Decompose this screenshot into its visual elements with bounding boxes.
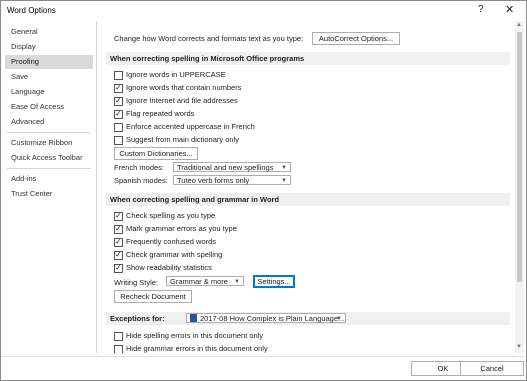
checkbox[interactable] (114, 332, 123, 341)
checkbox-label: Mark grammar errors as you type (126, 224, 237, 233)
option-ignore-uppercase[interactable]: Ignore words in UPPERCASE (102, 69, 502, 80)
option-readability[interactable]: Show readability statistics (102, 262, 502, 273)
checkbox[interactable] (114, 123, 123, 132)
checkbox[interactable] (114, 223, 123, 234)
checkbox[interactable] (114, 82, 123, 93)
title-bar: Word Options ? ✕ (1, 1, 526, 21)
proofing-panel: Change how Word corrects and formats tex… (102, 21, 514, 353)
checkbox[interactable] (114, 108, 123, 119)
sidebar-divider (7, 168, 91, 169)
word-spelling-heading: When correcting spelling and grammar in … (106, 193, 510, 206)
checkbox-label: Flag repeated words (126, 109, 195, 118)
help-icon[interactable]: ? (478, 4, 484, 15)
settings-button[interactable]: Settings... (253, 275, 295, 288)
checkbox-label: Enforce accented uppercase in French (126, 122, 255, 131)
sidebar-divider (7, 132, 91, 133)
checkbox[interactable] (114, 136, 123, 145)
footer-divider (1, 356, 524, 357)
exceptions-document-value: 2017-08 How Complex is Plain Language... (200, 314, 345, 323)
sidebar-item-display[interactable]: Display (5, 40, 93, 54)
checkbox-label: Ignore words in UPPERCASE (126, 70, 226, 79)
sidebar-item-ease-of-access[interactable]: Ease Of Access (5, 100, 93, 114)
option-check-grammar[interactable]: Check grammar with spelling (102, 249, 502, 260)
chevron-down-icon: ▼ (281, 178, 287, 184)
scroll-down-icon[interactable]: ▼ (516, 344, 522, 350)
writing-style-label: Writing Style: (114, 278, 159, 287)
french-modes-label: French modes: (114, 163, 165, 172)
checkbox-label: Frequently confused words (126, 237, 217, 246)
window-title: Word Options (7, 6, 56, 15)
checkbox-label: Suggest from main dictionary only (126, 135, 239, 144)
option-confused-words[interactable]: Frequently confused words (102, 236, 502, 247)
checkbox-label: Ignore Internet and file addresses (126, 96, 238, 105)
checkbox-label: Hide grammar errors in this document onl… (126, 344, 268, 353)
checkbox[interactable] (114, 210, 123, 221)
checkbox-label: Ignore words that contain numbers (126, 83, 242, 92)
chevron-down-icon: ▼ (281, 165, 287, 171)
sidebar-item-language[interactable]: Language (5, 85, 93, 99)
checkbox[interactable] (114, 236, 123, 247)
option-mark-grammar[interactable]: Mark grammar errors as you type (102, 223, 502, 234)
sidebar-item-customize-ribbon[interactable]: Customize Ribbon (5, 136, 93, 150)
sidebar-item-add-ins[interactable]: Add-ins (5, 172, 93, 186)
option-flag-repeated[interactable]: Flag repeated words (102, 108, 502, 119)
checkbox[interactable] (114, 345, 123, 353)
checkbox-label: Hide spelling errors in this document on… (126, 331, 264, 340)
option-ignore-internet[interactable]: Ignore Internet and file addresses (102, 95, 502, 106)
spanish-modes-value: Tuteo verb forms only (177, 176, 250, 185)
spanish-modes-dropdown[interactable]: Tuteo verb forms only ▼ (173, 175, 291, 185)
option-hide-spelling[interactable]: Hide spelling errors in this document on… (102, 330, 502, 341)
office-spelling-heading: When correcting spelling in Microsoft Of… (106, 52, 510, 65)
writing-style-dropdown[interactable]: Grammar & more ▼ (166, 276, 244, 286)
sidebar-item-save[interactable]: Save (5, 70, 93, 84)
checkbox[interactable] (114, 249, 123, 260)
scrollbar-thumb[interactable] (517, 32, 522, 282)
option-ignore-numbers[interactable]: Ignore words that contain numbers (102, 82, 502, 93)
option-enforce-accented[interactable]: Enforce accented uppercase in French (102, 121, 502, 132)
autocorrect-label: Change how Word corrects and formats tex… (114, 34, 304, 43)
sidebar-item-advanced[interactable]: Advanced (5, 115, 93, 129)
checkbox-label: Check spelling as you type (126, 211, 216, 220)
checkbox-label: Check grammar with spelling (126, 250, 223, 259)
recheck-document-button[interactable]: Recheck Document (114, 290, 192, 303)
close-icon[interactable]: ✕ (505, 3, 514, 16)
spanish-modes-label: Spanish modes: (114, 176, 168, 185)
option-check-spelling[interactable]: Check spelling as you type (102, 210, 502, 221)
option-hide-grammar[interactable]: Hide grammar errors in this document onl… (102, 343, 502, 353)
sidebar-item-proofing[interactable]: Proofing (5, 55, 93, 69)
scroll-up-icon[interactable]: ▲ (516, 22, 522, 28)
word-document-icon (190, 314, 197, 323)
custom-dictionaries-button[interactable]: Custom Dictionaries... (114, 147, 198, 160)
sidebar: General Display Proofing Save Language E… (1, 21, 97, 353)
option-main-dictionary[interactable]: Suggest from main dictionary only (102, 134, 502, 145)
exceptions-label: Exceptions for: (110, 314, 165, 323)
checkbox-label: Show readability statistics (126, 263, 212, 272)
cancel-button[interactable]: Cancel (460, 361, 524, 376)
checkbox[interactable] (114, 262, 123, 273)
exceptions-document-dropdown[interactable]: 2017-08 How Complex is Plain Language...… (186, 313, 346, 323)
chevron-down-icon: ▼ (336, 316, 342, 322)
french-modes-dropdown[interactable]: Traditional and new spellings ▼ (173, 162, 291, 172)
sidebar-item-quick-access-toolbar[interactable]: Quick Access Toolbar (5, 151, 93, 165)
autocorrect-options-button[interactable]: AutoCorrect Options... (312, 32, 400, 45)
checkbox[interactable] (114, 95, 123, 106)
sidebar-item-trust-center[interactable]: Trust Center (5, 187, 93, 201)
french-modes-value: Traditional and new spellings (177, 163, 274, 172)
sidebar-item-general[interactable]: General (5, 25, 93, 39)
chevron-down-icon: ▼ (234, 279, 240, 285)
checkbox[interactable] (114, 71, 123, 80)
writing-style-value: Grammar & more (170, 277, 228, 286)
